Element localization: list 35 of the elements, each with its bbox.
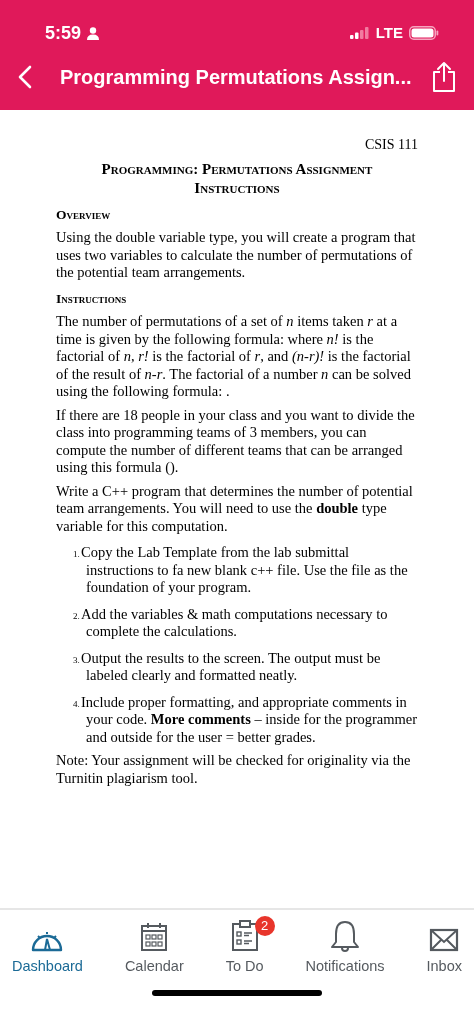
bell-icon — [330, 920, 360, 952]
tab-bar-item[interactable]: 2 To Do — [217, 918, 272, 990]
section-heading: Instructions — [56, 289, 127, 307]
paragraph: Write a C++ program that determines the number of potential team arrangements. You will need to use the double type variable for this computation. — [56, 482, 414, 535]
calendar-icon — [140, 922, 169, 952]
person-icon — [87, 26, 100, 40]
tab-bar-item[interactable]: Calendar — [116, 918, 192, 990]
paragraph: Using the double variable type, you will create a program that uses two variables to calculate the number of permutations of the potential team arrangements. — [56, 229, 417, 282]
share-icon — [431, 61, 457, 93]
back-icon — [18, 65, 32, 89]
network-label: LTE — [375, 22, 403, 43]
list-item-text: Copy the Lab Template from the lab submittal instructions to fa new blank c++ file. Use the file as the foundation of your program. — [81, 544, 409, 597]
section-heading: Overview — [56, 205, 111, 223]
tab-bar-item[interactable]: Dashboard — [4, 918, 91, 990]
page-title: Programming Permutations Assign... — [60, 65, 413, 90]
tab-bar-item[interactable]: Notifications — [297, 918, 393, 990]
count-badge: 2 — [254, 916, 275, 936]
list-item-text: Add the variables & math computations necessary to complete the calculations. — [81, 605, 389, 641]
document-title: Programming: Permutations Assignment Instructions — [100, 159, 374, 198]
list-number: 2. — [73, 609, 81, 623]
list-number: 1. — [73, 548, 81, 561]
list-item-text: Include proper formatting, and appropriate comments in your code. More comments – inside for the programmer and outside for the user = better grades. — [81, 693, 418, 746]
clipboard-icon — [230, 920, 259, 952]
paragraph: If there are 18 people in your class and you want to divide the class into programming teams of 3 members, you can compute the number of different teams that can be arranged using this formula (). — [56, 406, 416, 477]
envelope-icon — [429, 928, 460, 952]
paragraph: Note: Your assignment will be checked for originality via the Turnitin plagiarism tool. — [56, 752, 412, 787]
list-number: 4. — [73, 697, 81, 711]
clock-time: 5:59 — [45, 21, 82, 45]
tab-bar-item[interactable]: Inbox — [418, 918, 470, 990]
paragraph: The number of permutations of a set of n items taken r at a time is given by the following formula: where n! is the factorial of n, r! is the factorial of r, and (n-r)! is the factorial of the result of n-r. The factorial of a number n can be solved using the following formula: . — [56, 313, 412, 401]
battery-icon — [409, 26, 439, 40]
list-item-text: Output the results to the screen. The output must be labeled clearly and formatted neatly. — [81, 649, 382, 685]
list-number: 3. — [73, 653, 81, 667]
signal-icon — [349, 27, 370, 39]
course-code: CSIS 111 — [364, 136, 418, 154]
